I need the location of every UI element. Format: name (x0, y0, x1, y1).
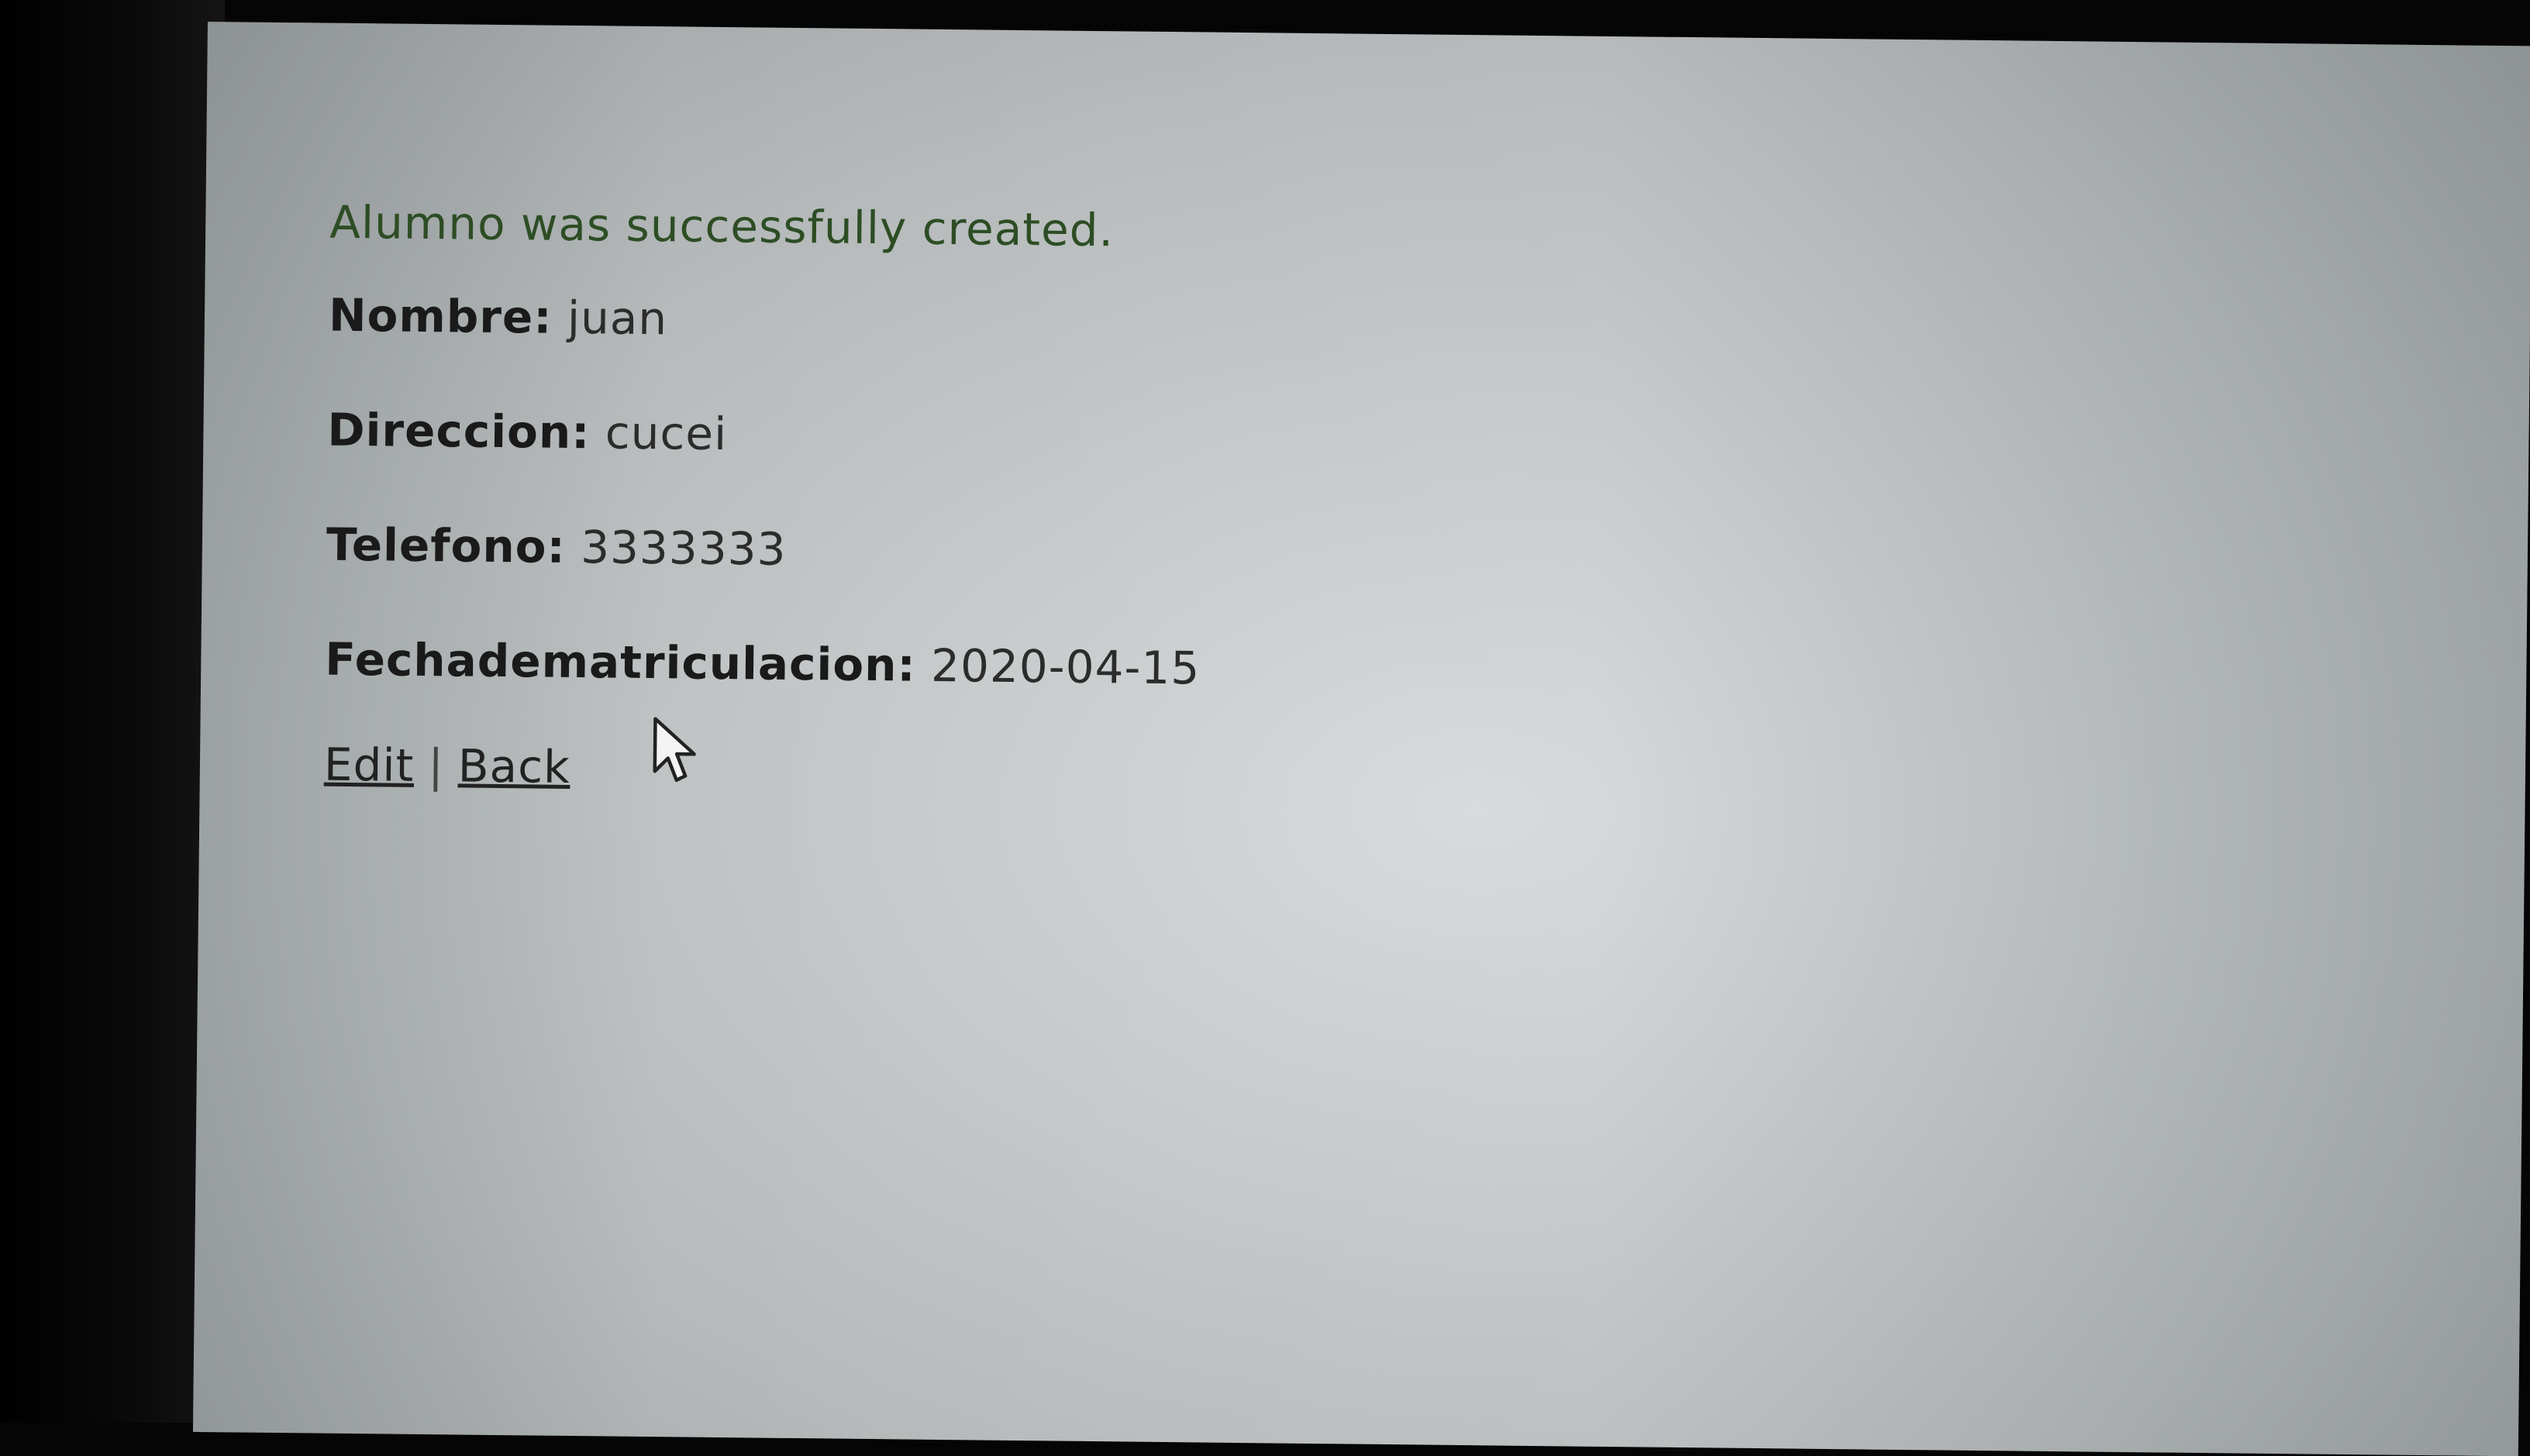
field-label: Direccion: (327, 403, 591, 460)
link-separator: | (427, 739, 445, 793)
success-notice: Alumno was successfully created. (329, 195, 1115, 257)
back-link[interactable]: Back (457, 739, 570, 793)
browser-viewport: Alumno was successfully created. Nombre:… (192, 22, 2530, 1456)
field-value: 2020-04-15 (930, 639, 1201, 695)
field-label: Fechadematriculacion: (325, 632, 917, 692)
mouse-pointer-icon (653, 717, 696, 783)
field-label: Nombre: (328, 288, 553, 344)
alumno-show-page: Alumno was successfully created. Nombre:… (324, 155, 1205, 797)
field-direccion: Direccion: cucei (327, 404, 1202, 462)
field-telefono: Telefono: 3333333 (326, 518, 1201, 577)
field-value: cucei (605, 406, 728, 461)
monitor-bezel (0, 0, 225, 1423)
field-value: juan (567, 291, 668, 346)
field-label: Telefono: (326, 518, 567, 573)
field-nombre: Nombre: juan (329, 289, 1204, 347)
edit-link[interactable]: Edit (324, 738, 415, 792)
field-fechadematriculacion: Fechadematriculacion: 2020-04-15 (325, 633, 1201, 695)
actions-row: Edit | Back (324, 717, 1199, 797)
field-value: 3333333 (580, 521, 787, 576)
